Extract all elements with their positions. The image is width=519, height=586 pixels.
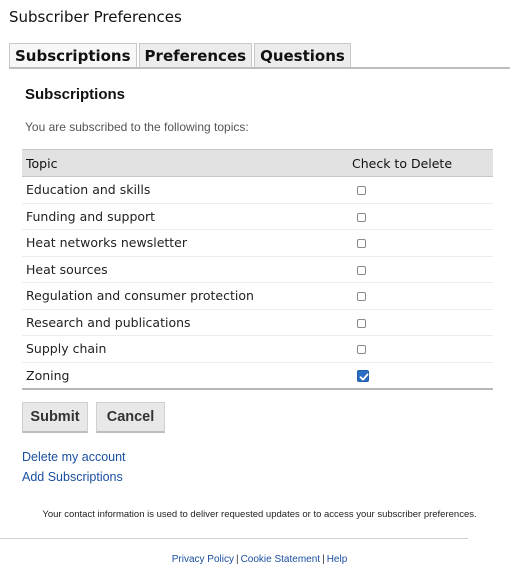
delete-cell	[350, 176, 493, 204]
submit-button[interactable]: Submit	[22, 402, 88, 433]
footer-separator: |	[235, 554, 239, 565]
table-row: Regulation and consumer protection	[22, 282, 493, 310]
table-header-row: Topic Check to Delete	[22, 149, 493, 177]
delete-cell	[350, 203, 493, 230]
topic-name: Heat networks newsletter	[22, 229, 350, 257]
delete-checkbox[interactable]	[357, 265, 366, 275]
help-link[interactable]: Help	[327, 554, 348, 565]
delete-cell	[350, 256, 493, 283]
delete-cell	[350, 229, 493, 257]
tab-preferences[interactable]: Preferences	[138, 43, 253, 68]
column-header-topic: Topic	[22, 149, 350, 177]
add-subscriptions-link[interactable]: Add Subscriptions	[22, 470, 123, 484]
column-header-delete: Check to Delete	[350, 149, 493, 177]
delete-checkbox[interactable]	[357, 292, 366, 302]
table-row: Education and skills	[22, 176, 493, 204]
delete-cell	[350, 309, 493, 336]
table-row: Heat sources	[22, 256, 493, 283]
table-body: Education and skills Funding and support H…	[22, 176, 493, 390]
intro-text: You are subscribed to the following topi…	[25, 120, 249, 134]
subscriptions-table: Topic Check to Delete Education and skil…	[22, 149, 493, 390]
topic-name: Supply chain	[22, 335, 350, 363]
topic-name: Funding and support	[22, 203, 350, 230]
table-row: Research and publications	[22, 309, 493, 336]
section-title: Subscriptions	[25, 86, 126, 103]
delete-checkbox[interactable]	[357, 345, 366, 355]
privacy-policy-link[interactable]: Privacy Policy	[172, 554, 234, 565]
delete-cell	[350, 362, 493, 390]
table-row: Heat networks newsletter	[22, 229, 493, 257]
delete-account-link[interactable]: Delete my account	[22, 450, 126, 464]
delete-checkbox[interactable]	[357, 318, 366, 328]
tab-bar: Subscriptions Preferences Questions	[9, 43, 353, 68]
footer-separator: |	[322, 554, 325, 565]
topic-name: Heat sources	[22, 256, 350, 283]
table-row: Zoning	[22, 362, 493, 390]
topic-name: Regulation and consumer protection	[22, 282, 350, 310]
topic-name: Education and skills	[22, 176, 350, 204]
delete-checkbox[interactable]	[357, 212, 366, 222]
table-row: Supply chain	[22, 335, 493, 363]
delete-checkbox[interactable]	[357, 370, 369, 382]
cookie-statement-link[interactable]: Cookie Statement	[241, 554, 321, 565]
table-row: Funding and support	[22, 203, 493, 230]
cancel-button[interactable]: Cancel	[96, 402, 165, 433]
privacy-notice: Your contact information is used to deli…	[42, 509, 477, 520]
delete-cell	[350, 282, 493, 310]
page-title: Subscriber Preferences	[9, 8, 182, 26]
delete-checkbox[interactable]	[357, 239, 366, 249]
tab-divider	[9, 67, 510, 69]
delete-checkbox[interactable]	[357, 186, 366, 196]
topic-name: Zoning	[22, 362, 350, 390]
footer: Privacy Policy | Cookie Statement | Help	[0, 554, 519, 565]
tab-questions[interactable]: Questions	[254, 43, 351, 68]
delete-cell	[350, 335, 493, 363]
footer-divider	[0, 538, 468, 539]
topic-name: Research and publications	[22, 309, 350, 336]
tab-subscriptions[interactable]: Subscriptions	[9, 43, 137, 68]
